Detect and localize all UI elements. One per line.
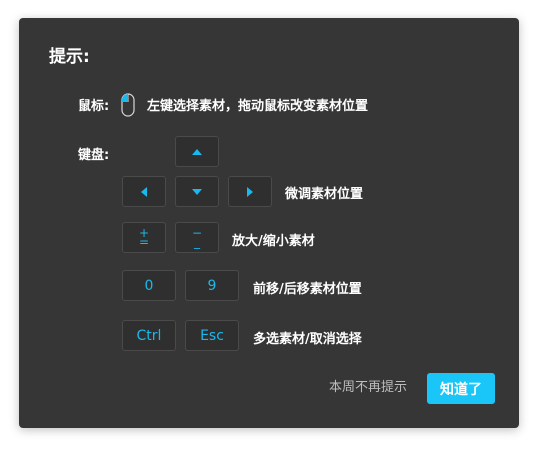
key-ctrl: Ctrl [122,320,176,351]
key-up [175,136,219,167]
dialog-title: 提示: [49,47,90,67]
key-plus: + = [122,222,166,253]
key-right [228,176,272,207]
key-esc: Esc [185,320,239,351]
tips-dialog: 提示: 鼠标: 左键选择素材，拖动鼠标改变素材位置 键盘: 微调素材位置 + =… [19,18,519,428]
key-down [175,176,219,207]
order-description: 前移/后移素材位置 [253,282,362,297]
arrow-up-icon [192,148,202,155]
select-description: 多选素材/取消选择 [253,332,362,347]
mouse-label: 鼠标: [78,99,110,114]
arrow-right-icon [247,186,253,197]
zoom-description: 放大/缩小素材 [232,234,315,249]
mouse-description: 左键选择素材，拖动鼠标改变素材位置 [147,99,369,114]
keyboard-label: 键盘: [78,148,110,163]
mouse-icon [121,93,135,117]
key-nine: 9 [185,270,239,301]
key-minus: − _ [175,222,219,253]
key-left [122,176,166,207]
dont-show-this-week-link[interactable]: 本周不再提示 [329,376,407,395]
key-plus-bottom: = [138,234,150,249]
arrows-description: 微调素材位置 [285,187,364,202]
key-minus-bottom: _ [194,234,200,249]
got-it-button[interactable]: 知道了 [427,373,495,404]
arrow-down-icon [192,188,202,195]
key-zero: 0 [122,270,176,301]
arrow-left-icon [141,186,147,197]
